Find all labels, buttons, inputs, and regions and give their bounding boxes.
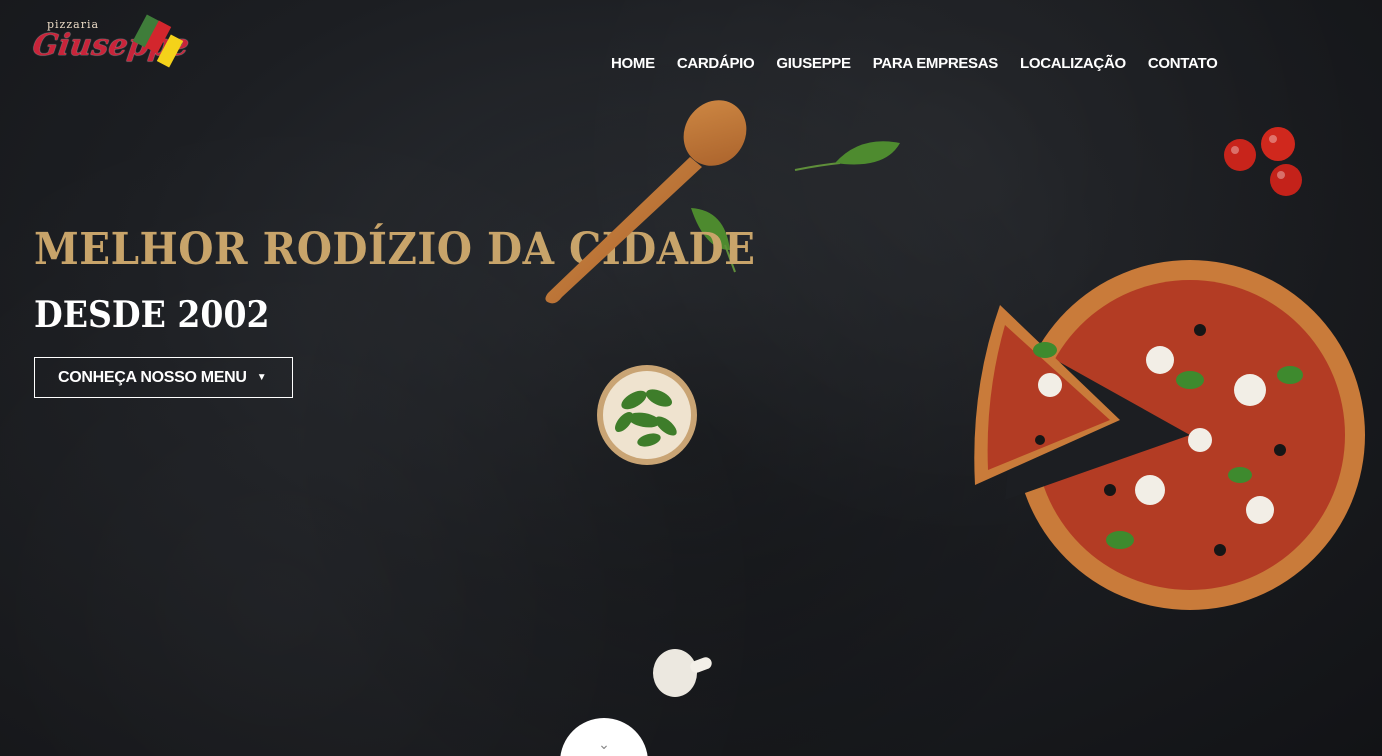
double-chevron-down-icon: ⌄ <box>598 736 610 752</box>
hero-subline: DESDE 2002 <box>34 294 270 336</box>
nav-item-contato[interactable]: CONTATO <box>1148 55 1218 72</box>
wooden-spoon-image <box>545 100 747 304</box>
main-nav: HOME CARDÁPIO GIUSEPPE PARA EMPRESAS LOC… <box>611 55 1239 72</box>
scroll-down-button[interactable]: ⌄ <box>560 718 648 756</box>
nav-item-para-empresas[interactable]: PARA EMPRESAS <box>873 55 999 72</box>
chevron-down-icon: ▼ <box>256 372 267 383</box>
nav-item-cardapio[interactable]: CARDÁPIO <box>677 55 755 72</box>
view-menu-button-label: CONHEÇA NOSSO MENU <box>58 368 247 386</box>
basil-bowl-image <box>597 365 697 465</box>
cherry-tomatoes-image <box>1224 127 1302 196</box>
view-menu-button[interactable]: CONHEÇA NOSSO MENU ▼ <box>34 357 293 398</box>
logo[interactable]: pizzaria Giuseppe <box>31 14 191 74</box>
nav-item-localizacao[interactable]: LOCALIZAÇÃO <box>1020 55 1126 72</box>
nav-item-home[interactable]: HOME <box>611 55 655 72</box>
nav-item-giuseppe[interactable]: GIUSEPPE <box>776 55 851 72</box>
basil-leaf-image <box>794 141 900 171</box>
mushroom-image <box>653 649 712 697</box>
pizza-image <box>974 260 1365 610</box>
